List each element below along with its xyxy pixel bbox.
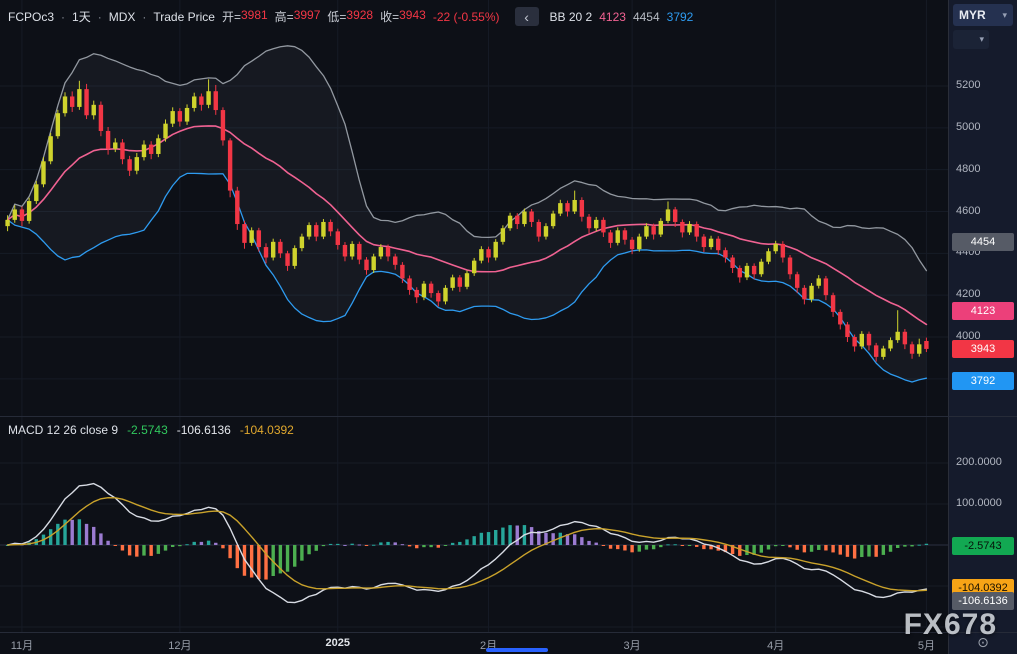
price-tick-label: 5000 <box>949 121 1017 133</box>
bb-upper-value: 4454 <box>633 10 660 24</box>
price-tick-label: 5200 <box>949 79 1017 91</box>
ohlc-values: 开=3981 高=3997 低=3928 收=3943 <box>222 8 426 25</box>
fx678-watermark: FX678 <box>904 608 997 642</box>
price-tick-label: 4800 <box>949 163 1017 175</box>
ohlc-item: 开=3981 <box>222 8 268 25</box>
time-axis-separator <box>0 632 1017 633</box>
macd-badge: -106.6136 <box>952 592 1014 610</box>
macd-indicator-title: MACD 12 26 close 9 <box>8 423 118 437</box>
macd-pane[interactable] <box>0 416 948 632</box>
macd-legend: MACD 12 26 close 9 -2.5743 -106.6136 -10… <box>8 423 294 437</box>
time-axis-label: 3月 <box>624 637 641 653</box>
macd-tick-label: 100.0000 <box>949 497 1017 509</box>
ohlc-label: 收= <box>380 8 399 25</box>
currency-value: MYR <box>959 8 986 22</box>
series-type-label: Trade Price <box>153 10 215 24</box>
ohlc-item: 高=3997 <box>275 8 321 25</box>
price-tick-label: 4200 <box>949 288 1017 300</box>
ohlc-value: 3997 <box>294 8 321 25</box>
ohlc-value: 3981 <box>241 8 268 25</box>
macd-badge: -2.5743 <box>952 537 1014 555</box>
price-badge: 3792 <box>952 372 1014 390</box>
main-legend: FCPOc3 · 1天 · MDX · Trade Price 开=3981高=… <box>8 7 693 26</box>
ohlc-label: 开= <box>222 8 241 25</box>
macd-line-value: -106.6136 <box>177 423 231 437</box>
price-axis-panel[interactable]: MYR ▾ ▾ ⊙ 520050004800460044004200400038… <box>948 0 1017 654</box>
time-axis-label: 11月 <box>11 637 33 653</box>
macd-signal-value: -104.0392 <box>240 423 294 437</box>
currency-dropdown[interactable]: MYR ▾ <box>953 4 1013 26</box>
time-axis-label: 2025 <box>326 637 350 649</box>
bb-basis-value: 4123 <box>599 10 626 24</box>
macd-hist-value: -2.5743 <box>127 423 168 437</box>
interval-label: 1天 <box>72 8 91 25</box>
bb-lower-value: 3792 <box>667 10 694 24</box>
ohlc-label: 低= <box>327 8 346 25</box>
chevron-down-icon: ▾ <box>979 34 984 45</box>
symbol-name: FCPOc3 <box>8 10 54 24</box>
price-badge: 3943 <box>952 340 1014 358</box>
horizontal-scrollbar[interactable] <box>486 648 548 652</box>
ohlc-value: 3928 <box>346 8 373 25</box>
time-axis-label: 12月 <box>168 637 191 653</box>
pane-separator[interactable] <box>0 416 1017 417</box>
trading-chart-app: FCPOc3 · 1天 · MDX · Trade Price 开=3981高=… <box>0 0 1017 654</box>
scale-mode-dropdown[interactable]: ▾ <box>953 30 989 49</box>
price-badge: 4454 <box>952 233 1014 251</box>
legend-collapse-button[interactable]: ‹ <box>515 7 539 26</box>
price-badge: 4123 <box>952 302 1014 320</box>
exchange-label: MDX <box>109 10 136 24</box>
time-axis-label: 4月 <box>767 637 784 653</box>
ohlc-item: 低=3928 <box>327 8 373 25</box>
main-price-pane[interactable] <box>0 0 948 416</box>
macd-tick-label: 200.0000 <box>949 456 1017 468</box>
ohlc-item: 收=3943 <box>380 8 426 25</box>
time-axis[interactable]: 11月12月20252月3月4月5月 <box>0 632 948 654</box>
ohlc-label: 高= <box>275 8 294 25</box>
change-value: -22 (-0.55%) <box>433 10 500 24</box>
bb-indicator-title: BB 20 2 <box>550 10 593 24</box>
price-tick-label: 4600 <box>949 205 1017 217</box>
ohlc-value: 3943 <box>399 8 426 25</box>
chevron-down-icon: ▾ <box>1002 10 1007 21</box>
